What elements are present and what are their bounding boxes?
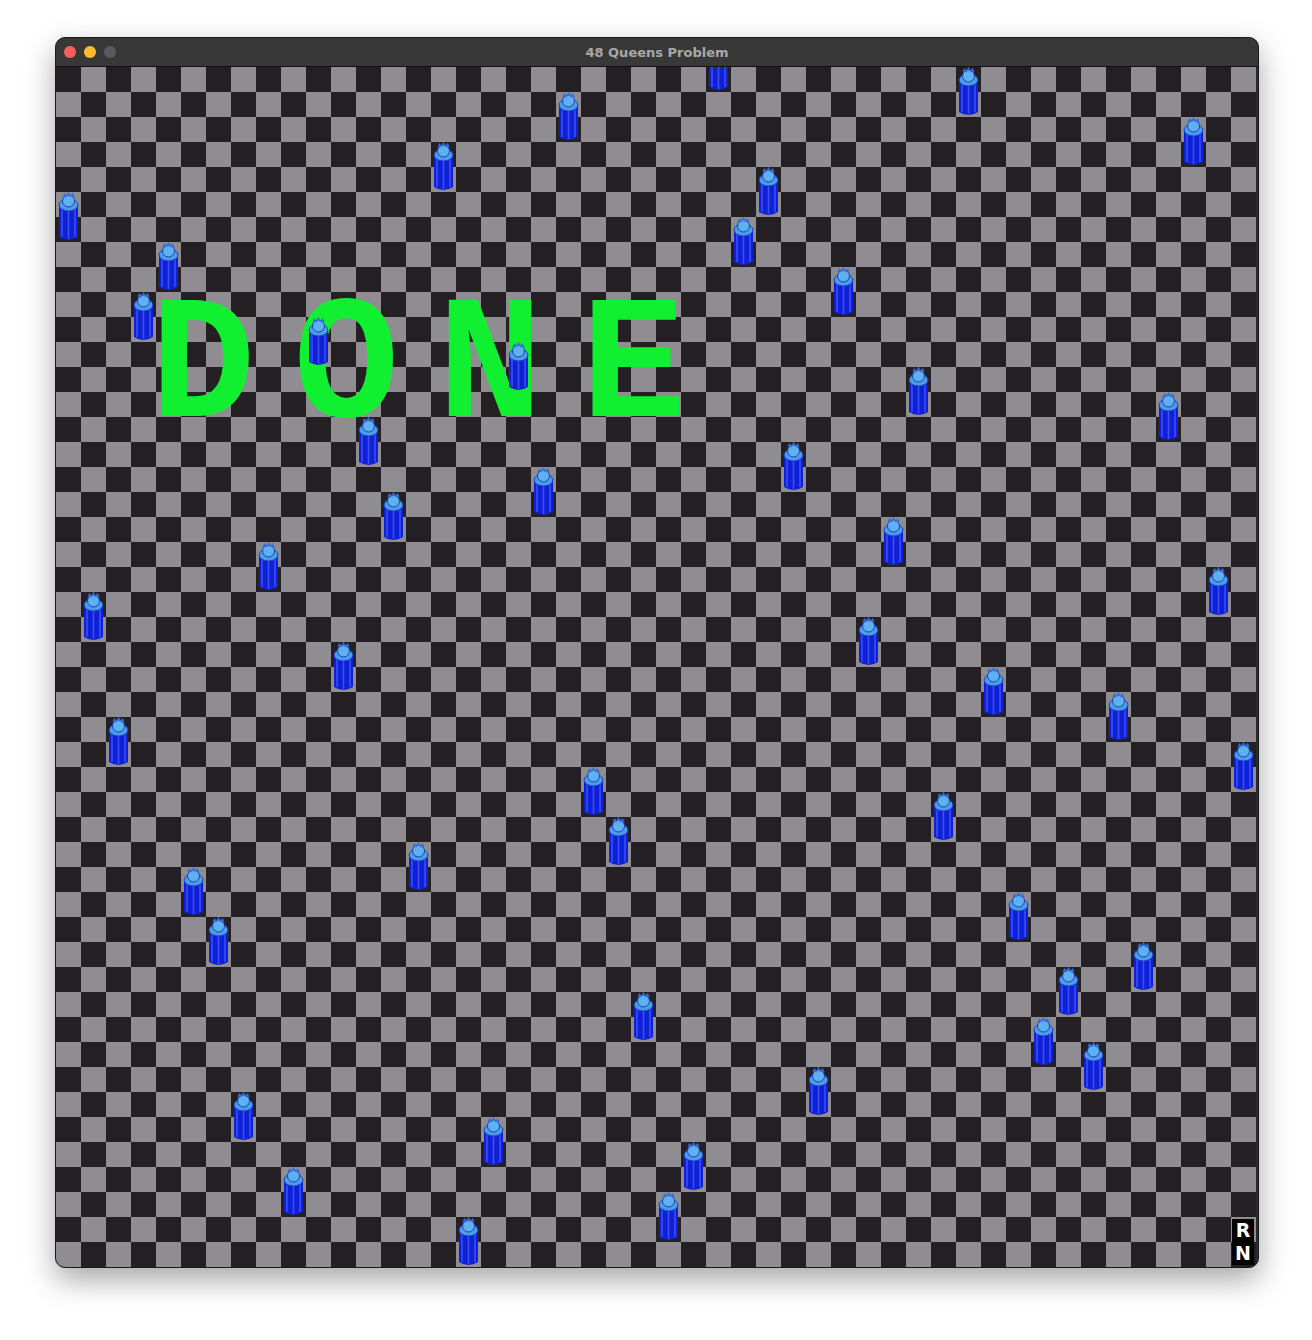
queen-icon[interactable] xyxy=(631,987,656,1042)
zoom-button[interactable] xyxy=(104,46,116,58)
queen-icon[interactable] xyxy=(131,287,156,342)
queen-icon[interactable] xyxy=(806,1062,831,1117)
chess-board[interactable]: DONE RN xyxy=(56,67,1256,1267)
queen-icon[interactable] xyxy=(381,487,406,542)
queen-icon[interactable] xyxy=(656,1187,681,1242)
window-title: 48 Queens Problem xyxy=(585,45,728,60)
queen-icon[interactable] xyxy=(706,67,731,92)
queen-icon[interactable] xyxy=(856,612,881,667)
queen-icon[interactable] xyxy=(881,512,906,567)
queen-icon[interactable] xyxy=(206,912,231,967)
queen-icon[interactable] xyxy=(1131,937,1156,992)
queen-icon[interactable] xyxy=(506,337,531,392)
queen-icon[interactable] xyxy=(1181,112,1206,167)
window-controls xyxy=(64,46,116,58)
queen-icon[interactable] xyxy=(481,1112,506,1167)
queen-icon[interactable] xyxy=(281,1162,306,1217)
queen-icon[interactable] xyxy=(756,162,781,217)
queen-icon[interactable] xyxy=(1056,962,1081,1017)
queen-icon[interactable] xyxy=(956,67,981,117)
status-text: DONE xyxy=(150,281,724,457)
queen-icon[interactable] xyxy=(906,362,931,417)
corner-label: N xyxy=(1235,1242,1251,1265)
queen-icon[interactable] xyxy=(831,262,856,317)
queen-icon[interactable] xyxy=(981,662,1006,717)
title-bar: 48 Queens Problem xyxy=(56,38,1258,67)
queen-icon[interactable] xyxy=(581,762,606,817)
queen-icon[interactable] xyxy=(306,312,331,367)
queen-icon[interactable] xyxy=(231,1087,256,1142)
queen-icon[interactable] xyxy=(531,462,556,517)
corner-labels: RN xyxy=(1232,1219,1254,1265)
minimize-button[interactable] xyxy=(84,46,96,58)
queen-icon[interactable] xyxy=(556,87,581,142)
queen-icon[interactable] xyxy=(356,412,381,467)
queen-icon[interactable] xyxy=(1081,1037,1106,1092)
desktop: 48 Queens Problem DONE RN xyxy=(0,0,1312,1340)
queen-icon[interactable] xyxy=(931,787,956,842)
queen-icon[interactable] xyxy=(1156,387,1181,442)
queen-icon[interactable] xyxy=(1106,687,1131,742)
queen-icon[interactable] xyxy=(1006,887,1031,942)
queen-icon[interactable] xyxy=(181,862,206,917)
queen-icon[interactable] xyxy=(1031,1012,1056,1067)
queen-icon[interactable] xyxy=(606,812,631,867)
queen-icon[interactable] xyxy=(1206,562,1231,617)
queen-icon[interactable] xyxy=(431,137,456,192)
queen-icon[interactable] xyxy=(781,437,806,492)
queen-icon[interactable] xyxy=(456,1212,481,1267)
corner-label: R xyxy=(1236,1219,1251,1242)
queen-icon[interactable] xyxy=(256,537,281,592)
close-button[interactable] xyxy=(64,46,76,58)
queen-icon[interactable] xyxy=(106,712,131,767)
queen-icon[interactable] xyxy=(156,237,181,292)
queen-icon[interactable] xyxy=(1231,737,1256,792)
queen-icon[interactable] xyxy=(331,637,356,692)
queen-icon[interactable] xyxy=(81,587,106,642)
queen-icon[interactable] xyxy=(681,1137,706,1192)
queen-icon[interactable] xyxy=(731,212,756,267)
queen-icon[interactable] xyxy=(406,837,431,892)
queen-icon[interactable] xyxy=(56,187,81,242)
app-window: 48 Queens Problem DONE RN xyxy=(55,37,1259,1268)
